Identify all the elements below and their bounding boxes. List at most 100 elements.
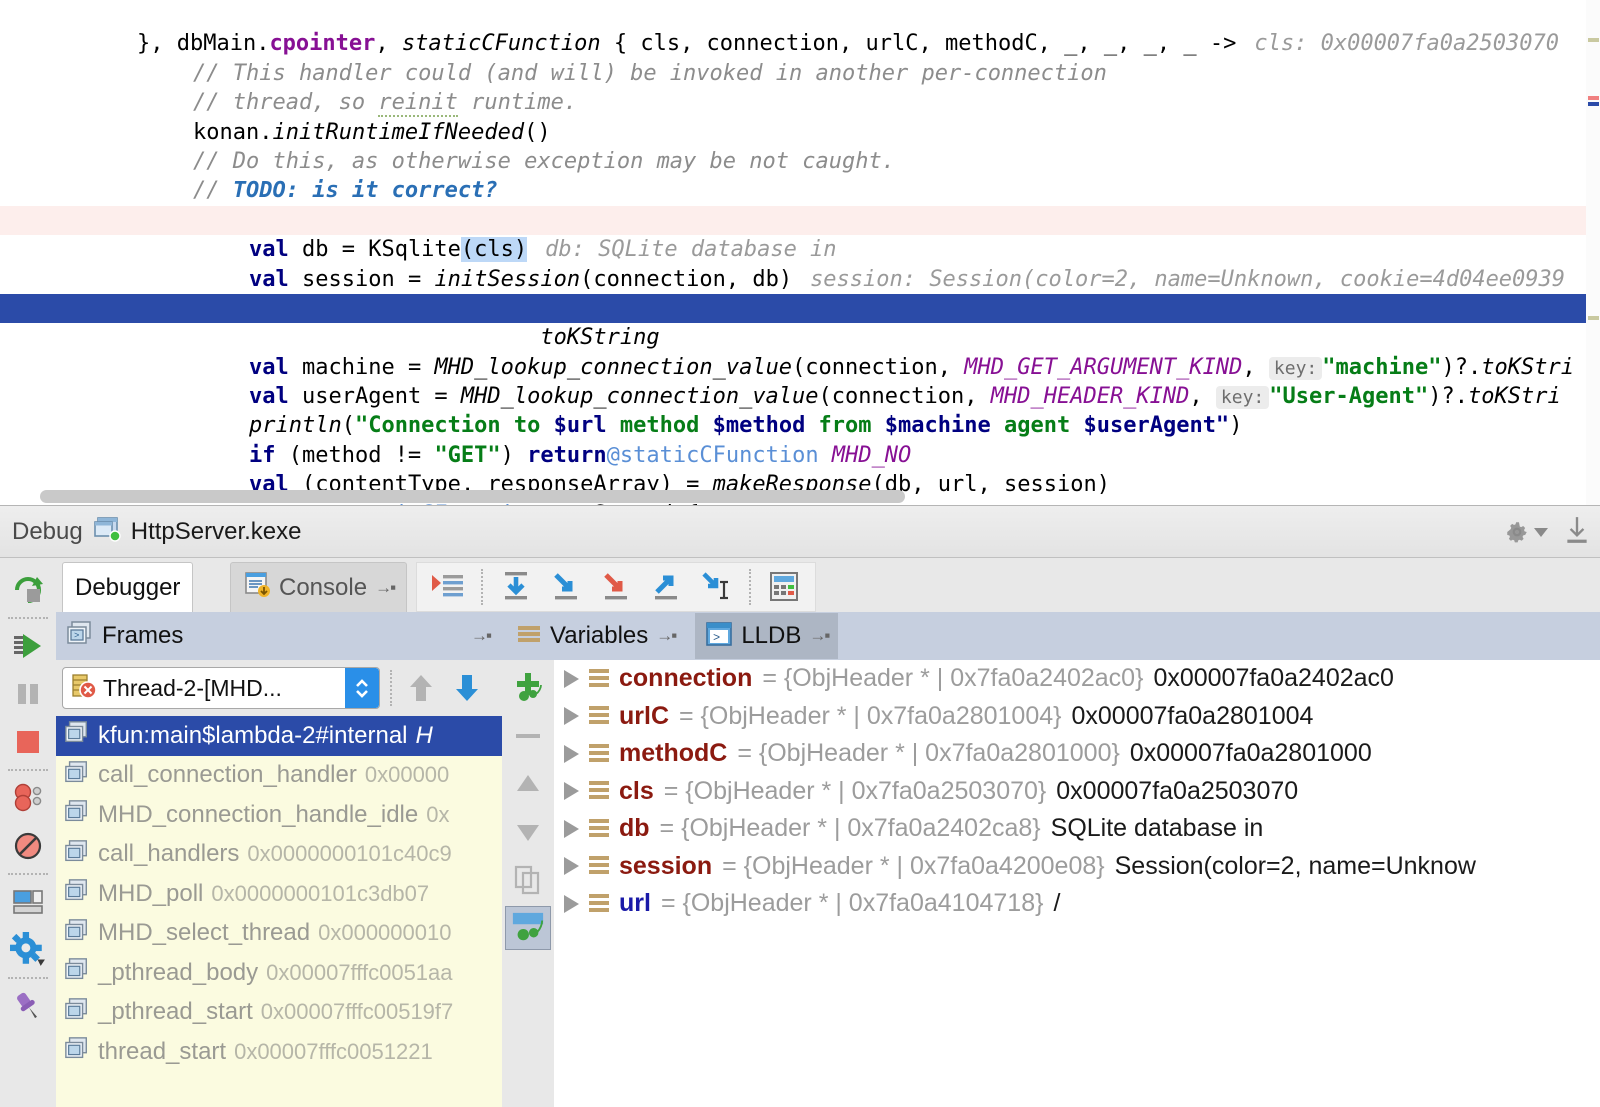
variable-row[interactable]: urlC = {ObjHeader * | 0x7fa0a2801004} 0x… bbox=[554, 698, 1600, 736]
tab-console[interactable]: Console →▪ bbox=[230, 562, 408, 612]
code-line[interactable]: // Do this, as otherwise exception may b… bbox=[0, 118, 1600, 174]
gutter-marker[interactable] bbox=[1588, 102, 1599, 106]
resume-program-icon[interactable] bbox=[4, 622, 52, 670]
force-step-into-icon[interactable] bbox=[593, 566, 639, 608]
variable-row[interactable]: session = {ObjHeader * | 0x7fa0a4200e08}… bbox=[554, 848, 1600, 886]
gear-icon[interactable] bbox=[1504, 519, 1548, 545]
evaluate-expression-icon[interactable] bbox=[761, 566, 807, 608]
move-up-icon[interactable] bbox=[505, 762, 551, 806]
tab-pin-icon[interactable]: →▪ bbox=[375, 578, 396, 598]
variable-value: 0x00007fa0a2503070 bbox=[1056, 776, 1299, 805]
frame-row[interactable]: thread_start 0x00007fffc0051221 bbox=[56, 1032, 502, 1072]
code-line[interactable]: val userAgent = MHD_lookup_connection_va… bbox=[0, 353, 1600, 410]
code-line-breakpoint[interactable]: val db = KSqlite(cls) db: SQLite database… bbox=[0, 205, 1600, 263]
move-down-icon[interactable] bbox=[505, 810, 551, 854]
gutter-marker[interactable] bbox=[1588, 38, 1599, 42]
code-line[interactable]: // TODO: is it correct? bbox=[0, 147, 1600, 203]
frame-row[interactable]: _pthread_body 0x00007fffc0051aa bbox=[56, 953, 502, 993]
frame-row[interactable]: _pthread_start 0x00007fffc00519f7 bbox=[56, 993, 502, 1033]
variable-icon bbox=[589, 668, 609, 690]
chevron-up-down-icon[interactable] bbox=[345, 668, 379, 708]
frame-icon bbox=[64, 799, 90, 830]
variable-row[interactable]: url = {ObjHeader * | 0x7fa0a4104718} / bbox=[554, 885, 1600, 923]
step-over-icon[interactable] bbox=[493, 566, 539, 608]
run-to-cursor-icon[interactable] bbox=[693, 566, 739, 608]
variable-row[interactable]: methodC = {ObjHeader * | 0x7fa0a2801000}… bbox=[554, 735, 1600, 773]
tab-debugger[interactable]: Debugger bbox=[62, 562, 194, 612]
code-line[interactable]: val (contentType, responseArray) = makeR… bbox=[0, 441, 1600, 497]
code-line[interactable]: val machine = MHD_lookup_connection_valu… bbox=[0, 323, 1600, 380]
variable-icon bbox=[589, 893, 609, 915]
variable-row[interactable]: cls = {ObjHeader * | 0x7fa0a2503070} 0x0… bbox=[554, 773, 1600, 811]
mute-breakpoints-icon[interactable] bbox=[4, 822, 52, 870]
code-line[interactable]: try { bbox=[0, 176, 1600, 233]
code-line[interactable]: // This handler could (and will) be invo… bbox=[0, 29, 1600, 86]
frame-row[interactable]: kfun:main$lambda-2#internal H bbox=[56, 716, 502, 756]
code-line-current[interactable]: val method = methodC?.toKString() ?: "" bbox=[0, 293, 1600, 350]
svg-text:>: > bbox=[713, 631, 720, 645]
restore-layout-icon[interactable] bbox=[4, 878, 52, 926]
show-execution-point-icon[interactable] bbox=[425, 566, 471, 608]
view-breakpoints-icon[interactable] bbox=[4, 774, 52, 822]
pin-tab-icon[interactable] bbox=[4, 982, 52, 1030]
rerun-icon[interactable] bbox=[4, 566, 52, 614]
chevron-down-icon[interactable] bbox=[1534, 527, 1548, 537]
variables-pin-icon[interactable]: →▪ bbox=[656, 626, 677, 646]
expand-triangle-icon[interactable] bbox=[564, 857, 579, 876]
frame-row[interactable]: MHD_poll 0x0000000101c3db07 bbox=[56, 874, 502, 914]
code-line[interactable]: if (method != "GET") return@staticCFunct… bbox=[0, 411, 1600, 468]
expand-triangle-icon[interactable] bbox=[564, 819, 579, 838]
frames-list[interactable]: kfun:main$lambda-2#internal H call_conne… bbox=[56, 716, 502, 1107]
variable-row[interactable]: connection = {ObjHeader * | 0x7fa0a2402a… bbox=[554, 660, 1600, 698]
tab-lldb[interactable]: > LLDB →▪ bbox=[695, 613, 839, 659]
code-line[interactable]: println("Connection to $url method $meth… bbox=[0, 382, 1600, 438]
frame-row[interactable]: MHD_select_thread 0x000000010 bbox=[56, 914, 502, 954]
copy-value-icon[interactable] bbox=[505, 858, 551, 902]
expand-triangle-icon[interactable] bbox=[564, 707, 579, 726]
variable-value: 0x00007fa0a2402ac0 bbox=[1153, 664, 1394, 693]
gutter-marker[interactable] bbox=[1588, 96, 1599, 100]
editor-horizontal-scrollbar[interactable] bbox=[40, 490, 905, 503]
code-line[interactable]: val url = urlC?.toKString() ?: ""url: / bbox=[0, 265, 1600, 321]
variable-type: = {ObjHeader * | 0x7fa0a2801004} bbox=[679, 701, 1062, 730]
debug-tool-window: Debug HttpServer.kexe Debugger Console →… bbox=[0, 505, 1600, 1107]
frame-row[interactable]: call_connection_handler 0x00000 bbox=[56, 756, 502, 796]
inspect-icon[interactable] bbox=[505, 906, 551, 950]
code-line[interactable]: val session = initSession(connection, db… bbox=[0, 235, 1600, 292]
frame-row[interactable]: call_handlers 0x0000000101c40c9 bbox=[56, 835, 502, 875]
settings-icon[interactable] bbox=[4, 926, 52, 974]
variable-row[interactable]: db = {ObjHeader * | 0x7fa0a2402ca8} SQLi… bbox=[554, 810, 1600, 848]
stop-icon[interactable] bbox=[4, 718, 52, 766]
variable-icon bbox=[589, 743, 609, 765]
frames-pin-icon[interactable]: →▪ bbox=[471, 626, 492, 646]
lldb-console-icon: > bbox=[705, 621, 733, 652]
code-line[interactable]: // thread, so reinit runtime. bbox=[0, 59, 1600, 118]
frame-address: 0x000000010 bbox=[318, 920, 452, 946]
step-out-icon[interactable] bbox=[643, 566, 689, 608]
frame-file: H bbox=[415, 721, 433, 749]
move-up-frame-icon[interactable] bbox=[398, 665, 444, 711]
add-watch-icon[interactable] bbox=[505, 666, 551, 710]
remove-watch-icon[interactable] bbox=[505, 714, 551, 758]
step-into-icon[interactable] bbox=[543, 566, 589, 608]
expand-triangle-icon[interactable] bbox=[564, 744, 579, 763]
code-line[interactable]: konan.initRuntimeIfNeeded() bbox=[0, 88, 1600, 145]
expand-triangle-icon[interactable] bbox=[564, 669, 579, 688]
code-line[interactable]: }, dbMain.cpointer, staticCFunction { cl… bbox=[0, 0, 1600, 56]
frame-row[interactable]: MHD_connection_handle_idle 0x bbox=[56, 795, 502, 835]
lldb-pin-icon[interactable]: →▪ bbox=[809, 626, 830, 646]
editor-marker-gutter[interactable] bbox=[1586, 0, 1600, 505]
frame-name: MHD_poll bbox=[98, 879, 204, 907]
expand-triangle-icon[interactable] bbox=[564, 782, 579, 801]
toolbar-divider bbox=[8, 873, 48, 875]
expand-triangle-icon[interactable] bbox=[564, 894, 579, 913]
export-icon[interactable] bbox=[1564, 515, 1590, 550]
code-editor[interactable]: }, dbMain.cpointer, staticCFunction { cl… bbox=[0, 0, 1600, 505]
pause-program-icon[interactable] bbox=[4, 670, 52, 718]
move-down-frame-icon[interactable] bbox=[444, 665, 490, 711]
variables-panel[interactable]: connection = {ObjHeader * | 0x7fa0a2402a… bbox=[554, 660, 1600, 1107]
variable-type: = {ObjHeader * | 0x7fa0a2402ca8} bbox=[659, 814, 1041, 843]
thread-selector-combobox[interactable]: Thread-2-[MHD... bbox=[62, 667, 380, 709]
frames-panel[interactable]: Thread-2-[MHD... kfun:main$lambda-2#inte… bbox=[56, 660, 502, 1107]
gutter-marker[interactable] bbox=[1588, 316, 1599, 320]
